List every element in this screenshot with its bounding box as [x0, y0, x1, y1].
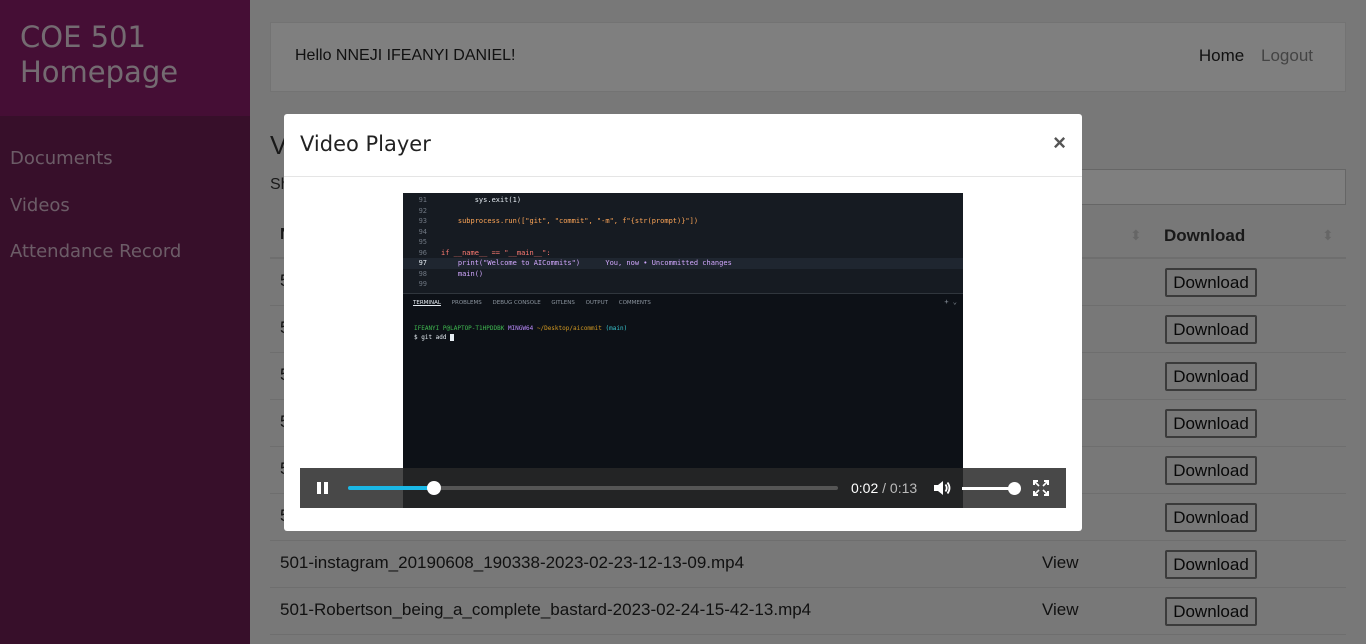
video-controls: 0:02 / 0:13 — [300, 468, 1066, 508]
seek-bar-fill — [348, 486, 435, 490]
terminal-plus-icon: + ⌄ — [944, 298, 957, 306]
tab-output: OUTPUT — [585, 300, 608, 306]
fullscreen-icon[interactable] — [1033, 480, 1049, 496]
seek-bar[interactable] — [348, 481, 838, 495]
volume-icon[interactable] — [932, 478, 952, 498]
time-separator: / — [882, 480, 887, 496]
time-display: 0:02 / 0:13 — [851, 480, 917, 496]
modal-header: Video Player × — [284, 114, 1082, 177]
code-line: 97 print("Welcome to AICommits") You, no… — [403, 258, 963, 269]
code-line: 99 — [418, 280, 427, 288]
volume-fill — [962, 487, 1014, 490]
video-player-modal: Video Player × 91 sys.exit(1) 92 93 subp… — [284, 114, 1082, 531]
pause-icon — [317, 482, 321, 494]
duration: 0:13 — [889, 480, 918, 496]
video-editor-pane: 91 sys.exit(1) 92 93 subprocess.run(["gi… — [403, 193, 963, 293]
modal-title: Video Player — [300, 132, 431, 156]
video-player[interactable]: 91 sys.exit(1) 92 93 subprocess.run(["gi… — [300, 193, 1066, 508]
tab-terminal: TERMINAL — [413, 300, 441, 306]
code-line: 91 sys.exit(1) — [418, 196, 522, 204]
code-line: 96 if __name__ == "__main__": — [418, 248, 551, 257]
code-line: 92 — [418, 206, 427, 215]
terminal-cursor — [450, 334, 455, 341]
tab-comments: COMMENTS — [618, 300, 651, 306]
code-line: 98 main() — [418, 269, 484, 278]
close-icon[interactable]: × — [1053, 130, 1066, 156]
tab-problems: PROBLEMS — [451, 300, 482, 306]
tab-debug-console: DEBUG CONSOLE — [492, 300, 541, 306]
code-line: 94 — [418, 227, 427, 236]
volume-slider[interactable] — [962, 482, 1021, 495]
tab-gitlens: GITLENS — [551, 300, 575, 306]
code-line: 95 — [418, 238, 427, 246]
seek-handle[interactable] — [427, 481, 442, 495]
volume-handle[interactable] — [1008, 482, 1021, 495]
pause-button[interactable] — [316, 481, 330, 495]
current-time: 0:02 — [851, 480, 879, 496]
terminal-tabs: TERMINAL PROBLEMS DEBUG CONSOLE GITLENS … — [413, 300, 660, 306]
video-frame[interactable]: 91 sys.exit(1) 92 93 subprocess.run(["gi… — [403, 193, 963, 508]
code-line: 93 subprocess.run(["git", "commit", "-m"… — [418, 217, 699, 225]
terminal-command: $ git add — [414, 334, 455, 341]
terminal-prompt: IFEANYI P@LAPTOP-T1HPDDBK MINGW64 ~/Desk… — [414, 325, 628, 332]
